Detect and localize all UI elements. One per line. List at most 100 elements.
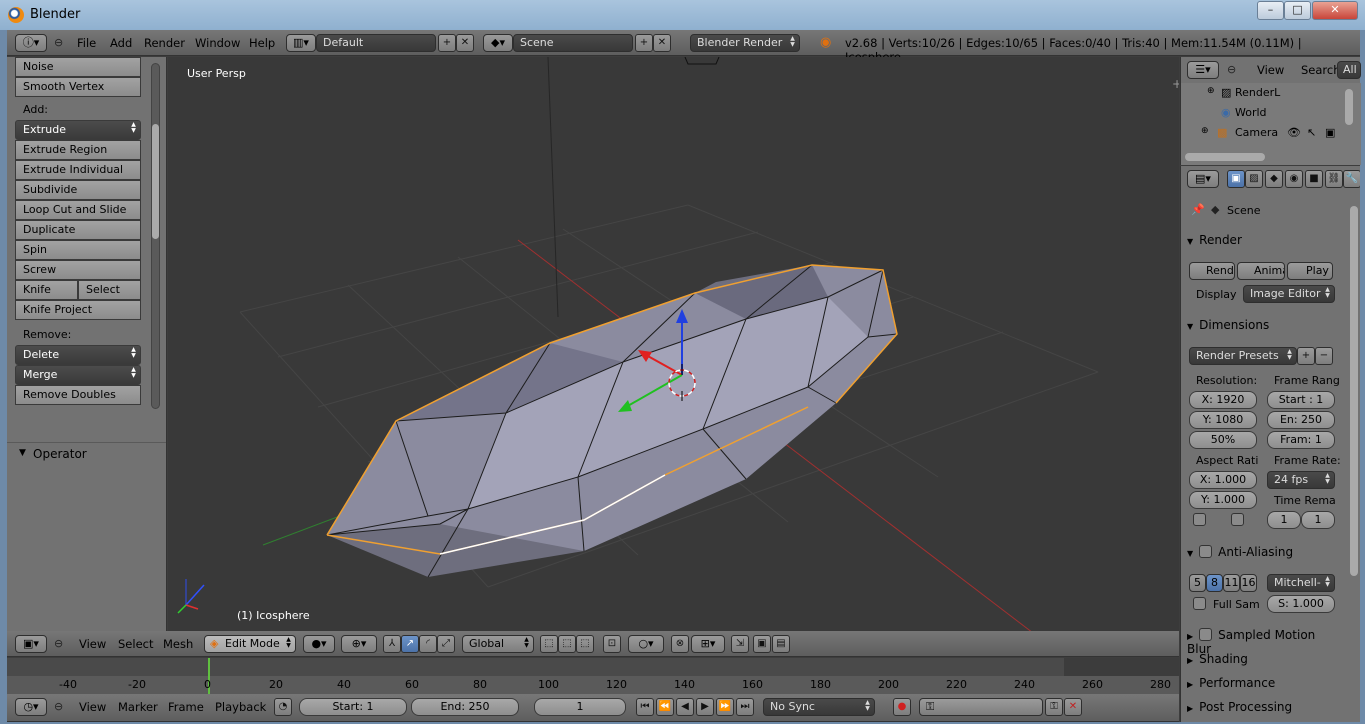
frame-start-field[interactable]: Start : 1 (1267, 391, 1335, 409)
resolution-x-field[interactable]: X: 1920 (1189, 391, 1257, 409)
constraints-context-icon[interactable]: ⛓ (1325, 170, 1343, 188)
outliner-display-select[interactable]: All (1337, 61, 1361, 79)
object-context-icon[interactable]: ■ (1305, 170, 1323, 188)
snap-toggle-icon[interactable]: ⊗ (671, 635, 689, 653)
knife-select-button[interactable]: Select (78, 280, 141, 300)
aa-filter-select[interactable]: Mitchell- (1267, 574, 1335, 592)
render-presets-select[interactable]: Render Presets (1189, 347, 1297, 365)
snap-element-icon[interactable]: ⊞▾ (691, 635, 725, 653)
minimize-button[interactable]: – (1257, 1, 1284, 20)
delete-dropdown[interactable]: Delete (15, 345, 141, 365)
viewport-expand-icon[interactable]: + (1172, 77, 1179, 91)
collapse-menu-icon[interactable]: ⊖ (54, 36, 63, 49)
scene-browse-icon[interactable]: ◆▾ (483, 34, 513, 52)
render-panel-header[interactable]: ▼ Render (1187, 233, 1337, 247)
remove-layout-icon[interactable]: ✕ (456, 34, 474, 52)
outliner-search-menu[interactable]: Search (1301, 63, 1341, 77)
collapse-menu-icon[interactable]: ⊖ (1227, 63, 1236, 76)
3d-viewport[interactable]: + User Persp (1) Icosphere (168, 57, 1179, 631)
screw-button[interactable]: Screw (15, 260, 141, 280)
render-context-icon[interactable]: ▣ (1227, 170, 1245, 188)
maximize-button[interactable]: □ (1284, 1, 1311, 20)
frame-step-field[interactable]: Fram: 1 (1267, 431, 1335, 449)
proportional-edit-icon[interactable]: ○▾ (628, 635, 664, 653)
knife-button[interactable]: Knife (15, 280, 78, 300)
play-animation-button[interactable]: Play (1287, 262, 1333, 280)
remove-doubles-button[interactable]: Remove Doubles (15, 385, 141, 405)
snap-target-icon[interactable]: ⇲ (731, 635, 749, 653)
noise-button[interactable]: Noise (15, 57, 141, 77)
render-layers-context-icon[interactable]: ▨ (1245, 170, 1263, 188)
subdivide-button[interactable]: Subdivide (15, 180, 141, 200)
next-keyframe-icon[interactable]: ⏩ (716, 698, 734, 716)
vertex-select-icon[interactable]: ⬚ (540, 635, 558, 653)
render-engine-select[interactable]: Blender Render (690, 34, 800, 52)
prev-keyframe-icon[interactable]: ⏪ (656, 698, 674, 716)
frame-end-field[interactable]: En: 250 (1267, 411, 1335, 429)
manipulator-toggle-icon[interactable]: ⅄ (383, 635, 401, 653)
extrude-region-button[interactable]: Extrude Region (15, 140, 141, 160)
keying-set-field[interactable]: ⚿ (919, 698, 1043, 716)
menu-mesh[interactable]: Mesh (163, 637, 193, 651)
crop-checkbox[interactable] (1231, 513, 1244, 526)
render-animation-button[interactable]: Anima (1237, 262, 1285, 280)
menu-help[interactable]: Help (249, 36, 275, 50)
menu-marker[interactable]: Marker (118, 700, 158, 714)
extrude-dropdown[interactable]: Extrude (15, 120, 141, 140)
merge-dropdown[interactable]: Merge (15, 365, 141, 385)
performance-panel-header[interactable]: ▶ Performance (1187, 676, 1337, 690)
scale-manipulator-icon[interactable]: ⤢ (437, 635, 455, 653)
camera-object[interactable] (684, 57, 720, 65)
timeline[interactable]: -40 -20 0 20 40 60 80 100 120 140 160 18… (7, 658, 1179, 694)
anti-aliasing-panel-header[interactable]: ▼ Anti-Aliasing (1187, 545, 1337, 559)
menu-view[interactable]: View (79, 700, 106, 714)
full-sample-checkbox[interactable] (1193, 597, 1206, 610)
render-image-button[interactable]: Rend (1189, 262, 1235, 280)
opengl-render-animation-icon[interactable]: ▤ (772, 635, 790, 653)
current-frame-field[interactable]: 1 (534, 698, 626, 716)
outliner-view-menu[interactable]: View (1257, 63, 1284, 77)
aa-samples-8[interactable]: 8 (1206, 574, 1223, 592)
pivot-point-icon[interactable]: ⊕▾ (341, 635, 377, 653)
transform-orientation-select[interactable]: Global (462, 635, 534, 653)
face-select-icon[interactable]: ⬚ (576, 635, 594, 653)
end-frame-field[interactable]: End: 250 (411, 698, 519, 716)
delete-keyframe-icon[interactable]: ✕ (1064, 698, 1082, 716)
screen-layout-icon[interactable]: ▥▾ (286, 34, 316, 52)
menu-frame[interactable]: Frame (168, 700, 204, 714)
aspect-x-field[interactable]: X: 1.000 (1189, 471, 1257, 489)
sync-mode-select[interactable]: No Sync (763, 698, 875, 716)
editor-type-info-icon[interactable]: ⓘ▾ (15, 34, 47, 52)
insert-keyframe-icon[interactable]: ⚿ (1045, 698, 1063, 716)
jump-end-icon[interactable]: ⏭ (736, 698, 754, 716)
resolution-percent-field[interactable]: 50% (1189, 431, 1257, 449)
viewport-shading-icon[interactable]: ●▾ (303, 635, 335, 653)
collapse-menu-icon[interactable]: ⊖ (54, 700, 63, 713)
menu-render[interactable]: Render (144, 36, 185, 50)
operator-panel-header[interactable]: ▼ Operator (7, 442, 166, 464)
add-layout-icon[interactable]: + (438, 34, 456, 52)
opengl-render-icon[interactable]: ▣ (753, 635, 771, 653)
resolution-y-field[interactable]: Y: 1080 (1189, 411, 1257, 429)
editor-type-properties-icon[interactable]: ▤▾ (1187, 170, 1219, 188)
menu-view[interactable]: View (79, 637, 106, 651)
knife-project-button[interactable]: Knife Project (15, 300, 141, 320)
time-remap-new-field[interactable]: 1 (1301, 511, 1335, 529)
spin-button[interactable]: Spin (15, 240, 141, 260)
aa-samples-5[interactable]: 5 (1189, 574, 1206, 592)
menu-select[interactable]: Select (118, 637, 153, 651)
play-reverse-icon[interactable]: ◀ (676, 698, 694, 716)
frame-rate-select[interactable]: 24 fps (1267, 471, 1335, 489)
outliner-item-camera[interactable]: ⊕ ▩ Camera 👁 ↖ ▣ (1181, 123, 1346, 143)
occlude-geometry-icon[interactable]: ⊡ (603, 635, 621, 653)
border-checkbox[interactable] (1193, 513, 1206, 526)
editor-type-timeline-icon[interactable]: ◷▾ (15, 698, 47, 716)
menu-window[interactable]: Window (195, 36, 240, 50)
editor-type-outliner-icon[interactable]: ☰▾ (1187, 61, 1219, 79)
world-context-icon[interactable]: ◉ (1285, 170, 1303, 188)
remove-preset-icon[interactable]: − (1315, 347, 1333, 365)
outliner-item-world[interactable]: ◉ World (1181, 103, 1346, 123)
pin-icon[interactable]: 📌 (1191, 203, 1205, 216)
collapse-menu-icon[interactable]: ⊖ (54, 637, 63, 650)
extrude-individual-button[interactable]: Extrude Individual (15, 160, 141, 180)
